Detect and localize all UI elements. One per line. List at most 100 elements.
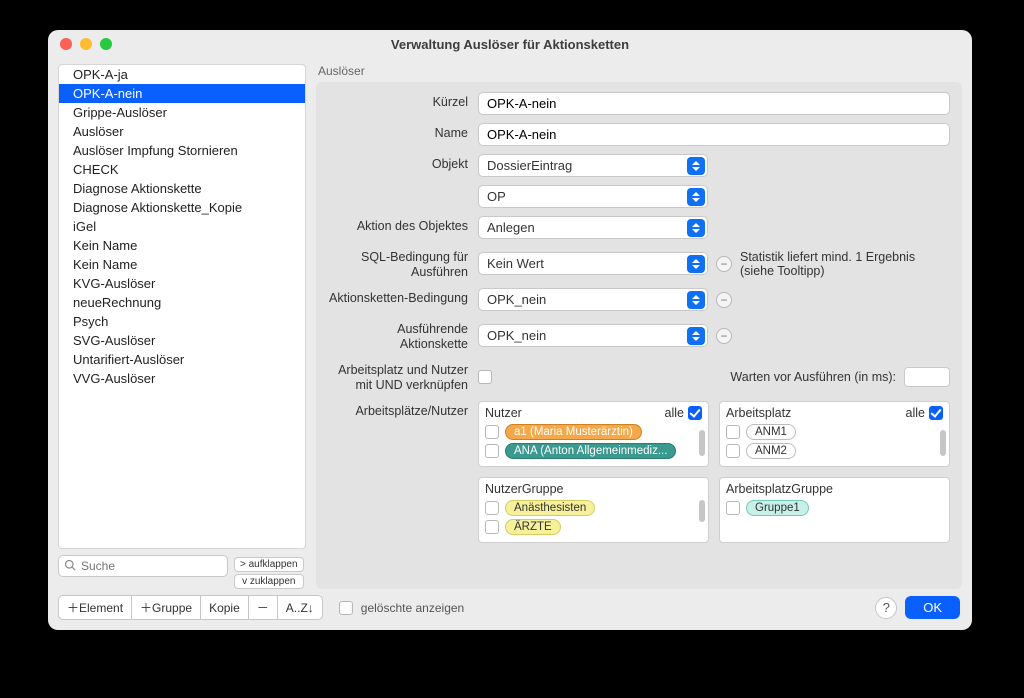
list-item[interactable]: neueRechnung bbox=[59, 293, 305, 312]
checkbox-item[interactable] bbox=[485, 444, 499, 458]
pill[interactable]: a1 (Maria Musterärztin) bbox=[505, 424, 642, 440]
input-name[interactable] bbox=[478, 123, 950, 146]
list-item[interactable]: OPK-A-nein bbox=[59, 84, 305, 103]
pill[interactable]: ANA (Anton Allgemeinmediz... bbox=[505, 443, 676, 459]
sort-button[interactable]: A..Z↓ bbox=[278, 595, 323, 620]
pill-row: ANM1 bbox=[726, 424, 943, 440]
chevron-updown-icon bbox=[687, 255, 705, 273]
pill[interactable]: Gruppe1 bbox=[746, 500, 809, 516]
chevron-updown-icon bbox=[687, 157, 705, 175]
ok-button[interactable]: OK bbox=[905, 596, 960, 619]
add-group-button[interactable]: ＋Gruppe bbox=[132, 595, 201, 620]
select-akbed-value: OPK_nein bbox=[487, 292, 546, 307]
remove-ausf-button[interactable]: − bbox=[716, 328, 732, 344]
remove-sql-button[interactable]: − bbox=[716, 256, 732, 272]
help-button[interactable]: ? bbox=[875, 597, 897, 619]
expand-button[interactable]: > aufklappen bbox=[234, 557, 304, 572]
form-panel: Kürzel Name Objekt DossierEintrag OP bbox=[316, 82, 962, 589]
checkbox-item[interactable] bbox=[485, 501, 499, 515]
list-item[interactable]: VVG-Auslöser bbox=[59, 369, 305, 388]
list-item[interactable]: Kein Name bbox=[59, 236, 305, 255]
alle-label: alle bbox=[906, 406, 925, 420]
checkbox-und[interactable] bbox=[478, 370, 492, 384]
checkbox-arbeitsplatz-alle[interactable] bbox=[929, 406, 943, 420]
assign-area: Nutzer alle a1 (Maria Musterärztin)ANA (… bbox=[478, 401, 950, 543]
pill[interactable]: Anästhesisten bbox=[505, 500, 595, 516]
checkbox-item[interactable] bbox=[726, 444, 740, 458]
sidebar: OPK-A-jaOPK-A-neinGrippe-AuslöserAuslöse… bbox=[58, 64, 306, 589]
pill-row: ANM2 bbox=[726, 443, 943, 459]
search-icon bbox=[64, 559, 76, 574]
list-item[interactable]: Diagnose Aktionskette bbox=[59, 179, 305, 198]
pill[interactable]: ANM1 bbox=[746, 424, 796, 440]
trigger-list[interactable]: OPK-A-jaOPK-A-neinGrippe-AuslöserAuslöse… bbox=[58, 64, 306, 549]
add-element-button[interactable]: ＋Element bbox=[58, 595, 132, 620]
list-item[interactable]: OPK-A-ja bbox=[59, 65, 305, 84]
label-name: Name bbox=[328, 123, 468, 146]
select-objekt2[interactable]: OP bbox=[478, 185, 708, 208]
copy-button[interactable]: Kopie bbox=[201, 595, 249, 620]
list-item[interactable]: iGel bbox=[59, 217, 305, 236]
list-item[interactable]: KVG-Auslöser bbox=[59, 274, 305, 293]
pill[interactable]: ÄRZTE bbox=[505, 519, 561, 535]
select-ausf[interactable]: OPK_nein bbox=[478, 324, 708, 347]
pill-row: ANA (Anton Allgemeinmediz... bbox=[485, 443, 702, 459]
select-objekt[interactable]: DossierEintrag bbox=[478, 154, 708, 177]
zoom-icon[interactable] bbox=[100, 38, 112, 50]
toolbar: ＋Element ＋Gruppe Kopie － A..Z↓ bbox=[58, 595, 323, 620]
scrollbar-thumb[interactable] bbox=[699, 500, 705, 522]
checkbox-item[interactable] bbox=[485, 520, 499, 534]
label-sql: SQL-Bedingung für Ausführen bbox=[328, 247, 468, 280]
list-item[interactable]: Kein Name bbox=[59, 255, 305, 274]
list-item[interactable]: Untarifiert-Auslöser bbox=[59, 350, 305, 369]
checkbox-show-deleted[interactable] bbox=[339, 601, 353, 615]
list-item[interactable]: Grippe-Auslöser bbox=[59, 103, 305, 122]
list-item[interactable]: Diagnose Aktionskette_Kopie bbox=[59, 198, 305, 217]
list-item[interactable]: CHECK bbox=[59, 160, 305, 179]
remove-button[interactable]: － bbox=[249, 595, 278, 620]
list-item[interactable]: Auslöser bbox=[59, 122, 305, 141]
pill-row: ÄRZTE bbox=[485, 519, 702, 535]
pill-row: Gruppe1 bbox=[726, 500, 943, 516]
checkbox-nutzer-alle[interactable] bbox=[688, 406, 702, 420]
remove-akbed-button[interactable]: − bbox=[716, 292, 732, 308]
label-aktion: Aktion des Objektes bbox=[328, 216, 468, 239]
close-icon[interactable] bbox=[60, 38, 72, 50]
search-input[interactable] bbox=[58, 555, 228, 577]
window: Verwaltung Auslöser für Aktionsketten OP… bbox=[48, 30, 972, 630]
pill[interactable]: ANM2 bbox=[746, 443, 796, 459]
select-sql-value: Kein Wert bbox=[487, 256, 544, 271]
pill-row: a1 (Maria Musterärztin) bbox=[485, 424, 702, 440]
chevron-updown-icon bbox=[687, 188, 705, 206]
label-warten: Warten vor Ausführen (in ms): bbox=[730, 370, 896, 384]
scrollbar-thumb[interactable] bbox=[940, 430, 946, 456]
list-item[interactable]: SVG-Auslöser bbox=[59, 331, 305, 350]
select-aktion[interactable]: Anlegen bbox=[478, 216, 708, 239]
label-kuerzel: Kürzel bbox=[328, 92, 468, 115]
input-kuerzel[interactable] bbox=[478, 92, 950, 115]
select-sql[interactable]: Kein Wert bbox=[478, 252, 708, 275]
checkbox-item[interactable] bbox=[726, 501, 740, 515]
list-item[interactable]: Auslöser Impfung Stornieren bbox=[59, 141, 305, 160]
collapse-button[interactable]: v zuklappen bbox=[234, 574, 304, 589]
checkbox-item[interactable] bbox=[485, 425, 499, 439]
input-warten[interactable] bbox=[904, 367, 950, 387]
box-arbeitsplatzgruppe: ArbeitsplatzGruppe Gruppe1 bbox=[719, 477, 950, 543]
checkbox-item[interactable] bbox=[726, 425, 740, 439]
select-ausf-value: OPK_nein bbox=[487, 328, 546, 343]
label-objekt: Objekt bbox=[328, 154, 468, 208]
scrollbar-thumb[interactable] bbox=[699, 430, 705, 456]
select-akbed[interactable]: OPK_nein bbox=[478, 288, 708, 311]
label-akbed: Aktionsketten-Bedingung bbox=[328, 288, 468, 311]
titlebar: Verwaltung Auslöser für Aktionsketten bbox=[48, 30, 972, 58]
form-area: Auslöser Kürzel Name Objekt DossierEintr… bbox=[316, 64, 962, 589]
alle-label: alle bbox=[665, 406, 684, 420]
arbeitsplatzgruppe-title: ArbeitsplatzGruppe bbox=[726, 482, 833, 496]
search-container bbox=[58, 555, 228, 577]
pill-row: Anästhesisten bbox=[485, 500, 702, 516]
list-item[interactable]: Psych bbox=[59, 312, 305, 331]
section-label: Auslöser bbox=[318, 64, 962, 78]
minimize-icon[interactable] bbox=[80, 38, 92, 50]
select-aktion-value: Anlegen bbox=[487, 220, 535, 235]
box-nutzer: Nutzer alle a1 (Maria Musterärztin)ANA (… bbox=[478, 401, 709, 467]
